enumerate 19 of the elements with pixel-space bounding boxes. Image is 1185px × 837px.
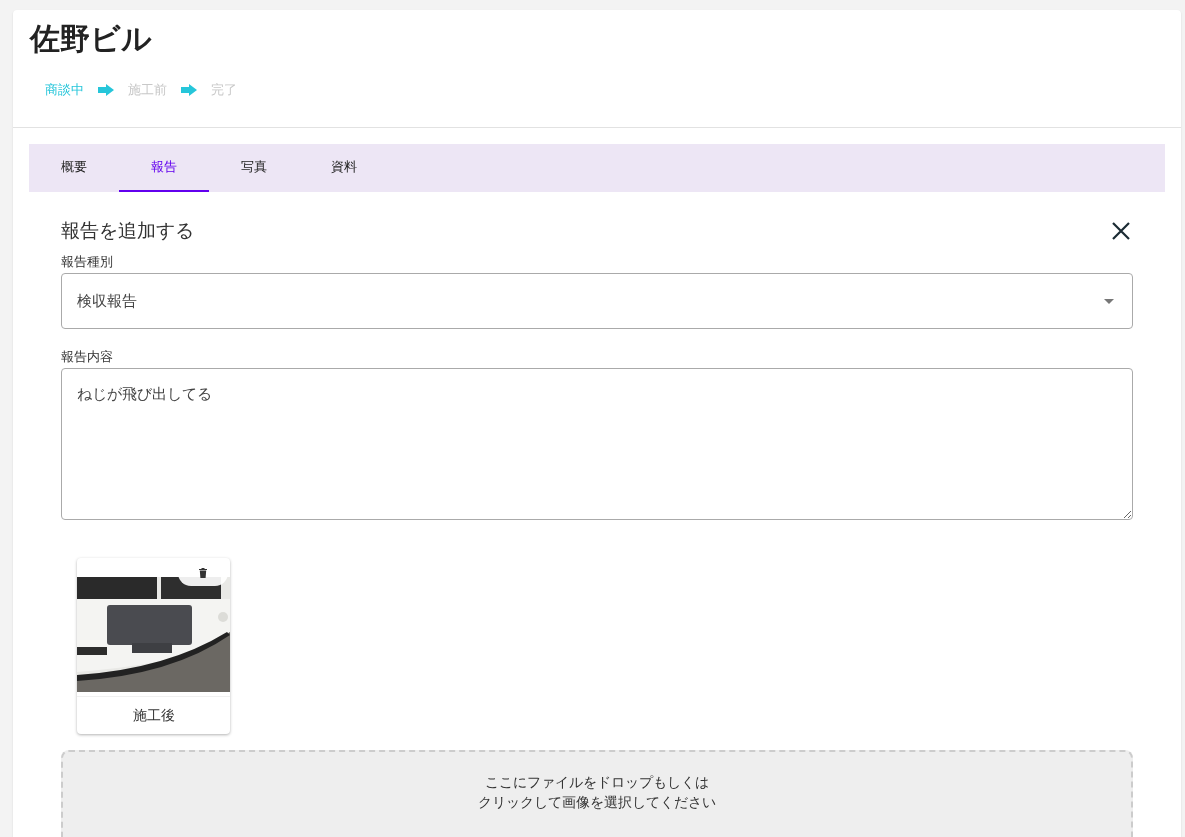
status-step: 商談中 — [45, 81, 84, 99]
form-heading: 報告を追加する — [61, 218, 194, 243]
content-field[interactable]: ねじが飛び出してる — [61, 368, 1133, 520]
page-title: 佐野ビル — [30, 22, 152, 55]
arrow-icon — [98, 84, 114, 96]
photo-caption: 施工後 — [77, 696, 230, 734]
tab[interactable]: 資料 — [299, 144, 389, 192]
field-label: 報告種別 — [61, 254, 113, 271]
tab[interactable]: 報告 — [119, 144, 209, 192]
arrow-icon — [181, 84, 197, 96]
drop-hint: クリックして画像を選択してください — [478, 793, 716, 813]
trash-icon — [199, 568, 207, 578]
field-label: 報告内容 — [61, 349, 113, 366]
report-type-select[interactable]: 検収報告 — [61, 273, 1133, 329]
tab[interactable]: 写真 — [209, 144, 299, 192]
tab[interactable]: 概要 — [29, 144, 119, 192]
file-drop-zone[interactable]: ここにファイルをドロップもしくは クリックして画像を選択してください — [61, 750, 1133, 837]
drop-hint: ここにファイルをドロップもしくは — [485, 773, 709, 792]
dropdown-caret-icon — [1104, 298, 1114, 304]
